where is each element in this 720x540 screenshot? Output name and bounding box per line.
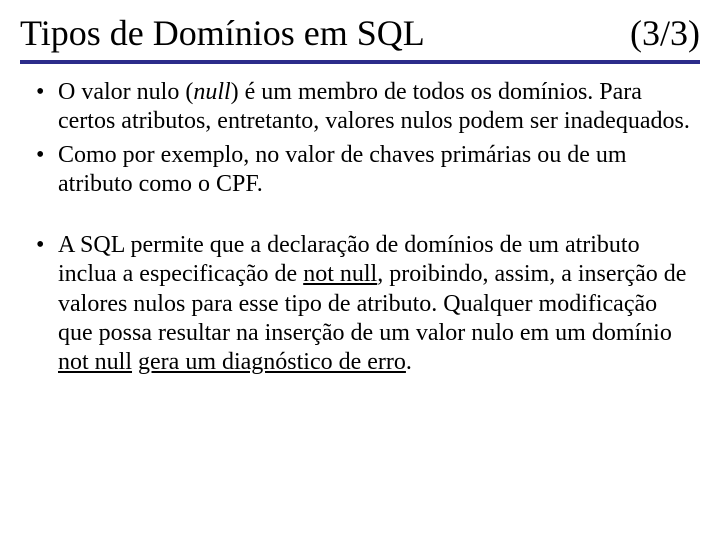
text-run: O valor nulo ( bbox=[58, 79, 193, 105]
list-item: Como por exemplo, no valor de chaves pri… bbox=[30, 141, 690, 200]
slide: Tipos de Domínios em SQL (3/3) O valor n… bbox=[0, 0, 720, 540]
bullet-spacer bbox=[30, 203, 690, 231]
text-run: not null bbox=[58, 349, 132, 375]
title-row: Tipos de Domínios em SQL (3/3) bbox=[20, 12, 700, 64]
list-item: A SQL permite que a declaração de domíni… bbox=[30, 231, 690, 377]
list-item: O valor nulo (null) é um membro de todos… bbox=[30, 78, 690, 137]
text-run: gera um diagnóstico de erro bbox=[138, 349, 406, 375]
text-run: not null bbox=[303, 261, 377, 287]
bullet-list: O valor nulo (null) é um membro de todos… bbox=[20, 78, 700, 377]
slide-title: Tipos de Domínios em SQL bbox=[20, 12, 425, 54]
text-run: null bbox=[193, 79, 230, 105]
text-run: Como por exemplo, no valor de chaves pri… bbox=[58, 142, 627, 197]
slide-page-indicator: (3/3) bbox=[630, 12, 700, 54]
text-run: . bbox=[406, 349, 412, 375]
